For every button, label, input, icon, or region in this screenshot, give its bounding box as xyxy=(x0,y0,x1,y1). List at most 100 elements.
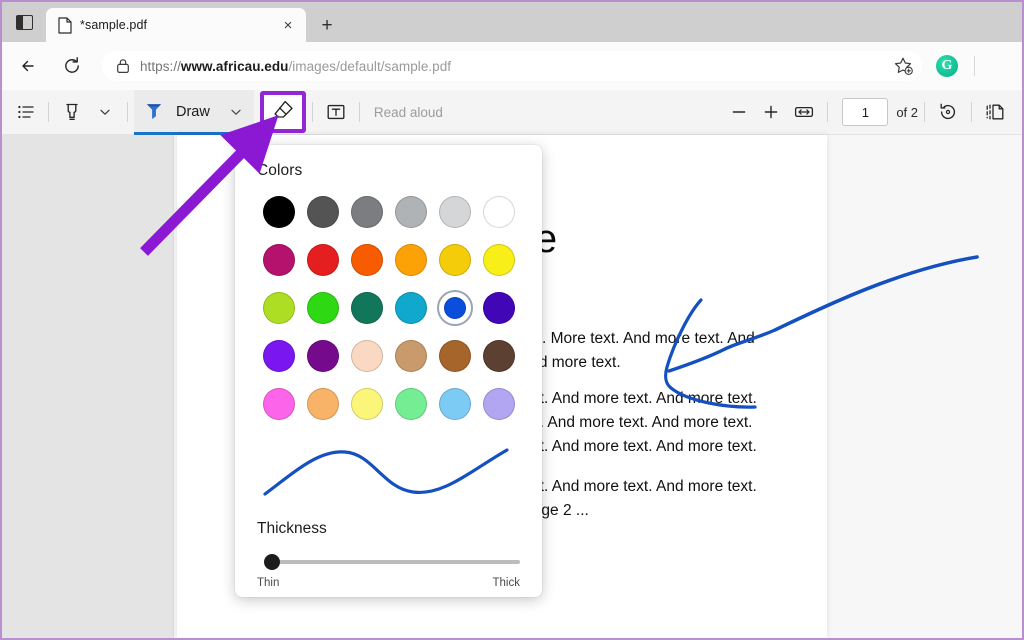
color-swatch[interactable] xyxy=(345,194,389,230)
color-swatch-dot xyxy=(439,340,471,372)
color-swatch-dot xyxy=(439,388,471,420)
tab-title: *sample.pdf xyxy=(80,18,268,32)
browser-tab[interactable]: *sample.pdf × xyxy=(46,8,306,42)
thickness-slider[interactable] xyxy=(257,554,520,570)
tab-list-button[interactable] xyxy=(2,2,46,42)
close-tab-icon[interactable]: × xyxy=(276,13,300,37)
address-bar-row: https://www.africau.edu/images/default/s… xyxy=(2,42,1022,90)
color-swatch[interactable] xyxy=(433,242,477,278)
color-swatch-dot xyxy=(351,196,383,228)
color-swatch[interactable] xyxy=(257,290,301,326)
color-swatch-dot xyxy=(307,244,339,276)
erase-icon xyxy=(271,98,295,127)
draw-label: Draw xyxy=(172,104,220,120)
color-swatch[interactable] xyxy=(301,386,345,422)
highlighter-button[interactable] xyxy=(55,96,89,128)
slider-track[interactable] xyxy=(271,560,520,564)
browser-window: *sample.pdf × + https://www.africau.edu/… xyxy=(0,0,1024,640)
color-swatch[interactable] xyxy=(389,242,433,278)
page-total-label: of 2 xyxy=(896,105,918,120)
color-swatch-dot xyxy=(444,297,466,319)
color-swatch-dot xyxy=(263,340,295,372)
color-swatch-dot xyxy=(263,244,295,276)
color-swatch[interactable] xyxy=(257,242,301,278)
color-swatch[interactable] xyxy=(389,386,433,422)
color-swatch-dot xyxy=(263,292,295,324)
colors-heading: Colors xyxy=(257,162,520,180)
highlighter-options-chevron[interactable] xyxy=(89,96,121,128)
color-swatch-dot xyxy=(483,244,515,276)
color-swatch[interactable] xyxy=(477,386,521,422)
fit-to-width-button[interactable] xyxy=(787,96,821,128)
toolbar-divider xyxy=(312,102,313,122)
color-swatch-dot xyxy=(395,244,427,276)
color-swatch[interactable] xyxy=(389,194,433,230)
color-swatch-dot xyxy=(263,388,295,420)
tab-strip: *sample.pdf × + xyxy=(2,2,1022,42)
back-button[interactable] xyxy=(10,48,46,84)
color-swatch[interactable] xyxy=(345,338,389,374)
document-icon xyxy=(58,17,72,34)
toolbar-divider xyxy=(974,56,975,76)
thickness-heading: Thickness xyxy=(257,520,520,538)
toolbar-divider xyxy=(971,102,972,122)
address-input[interactable]: https://www.africau.edu/images/default/s… xyxy=(102,51,922,81)
color-swatch[interactable] xyxy=(257,194,301,230)
toolbar-divider xyxy=(48,102,49,122)
color-swatch[interactable] xyxy=(345,386,389,422)
color-swatch[interactable] xyxy=(477,290,521,326)
color-swatch-dot xyxy=(263,196,295,228)
color-swatch[interactable] xyxy=(477,338,521,374)
color-swatch-dot xyxy=(483,196,515,228)
color-swatch-dot xyxy=(483,388,515,420)
color-swatch[interactable] xyxy=(345,242,389,278)
add-text-button[interactable] xyxy=(319,96,353,128)
color-swatch[interactable] xyxy=(477,194,521,230)
color-swatch-dot xyxy=(439,196,471,228)
color-swatch[interactable] xyxy=(433,194,477,230)
color-swatch-dot xyxy=(307,196,339,228)
page-number-input[interactable]: 1 xyxy=(842,98,888,126)
draw-options-chevron[interactable] xyxy=(220,96,252,128)
stroke-preview xyxy=(257,436,520,506)
color-swatch[interactable] xyxy=(301,242,345,278)
color-swatch-dot xyxy=(395,388,427,420)
color-swatch-dot xyxy=(395,292,427,324)
color-swatch[interactable] xyxy=(257,386,301,422)
panel-icon xyxy=(16,15,33,30)
draw-pen-icon xyxy=(136,96,172,128)
color-swatch[interactable] xyxy=(389,290,433,326)
erase-button[interactable] xyxy=(260,91,306,133)
color-swatch[interactable] xyxy=(301,290,345,326)
table-of-contents-button[interactable] xyxy=(10,96,42,128)
page-view-button[interactable] xyxy=(978,96,1012,128)
color-swatch[interactable] xyxy=(433,386,477,422)
slider-thumb[interactable] xyxy=(264,554,280,570)
color-swatch-dot xyxy=(351,292,383,324)
add-favorite-star-icon[interactable] xyxy=(890,53,916,79)
draw-tool-group[interactable]: Draw xyxy=(134,90,254,135)
color-swatch[interactable] xyxy=(301,338,345,374)
color-swatch[interactable] xyxy=(389,338,433,374)
color-swatch-dot xyxy=(307,340,339,372)
grammarly-extension-button[interactable]: G xyxy=(932,55,962,77)
color-swatch[interactable] xyxy=(433,338,477,374)
lock-icon xyxy=(116,58,130,74)
rotate-button[interactable] xyxy=(931,96,965,128)
reload-button[interactable] xyxy=(54,48,90,84)
thin-label: Thin xyxy=(257,577,279,589)
new-tab-button[interactable]: + xyxy=(310,8,344,42)
color-swatch[interactable] xyxy=(477,242,521,278)
zoom-in-button[interactable] xyxy=(755,96,787,128)
slider-labels: Thin Thick xyxy=(257,577,520,589)
color-swatch-dot xyxy=(395,340,427,372)
pdf-toolbar: Draw Read aloud 1 of 2 xyxy=(2,90,1022,135)
draw-color-flyout: Colors Thickness Thin Thick xyxy=(235,145,542,597)
color-swatch[interactable] xyxy=(301,194,345,230)
color-swatch[interactable] xyxy=(257,338,301,374)
color-swatch[interactable] xyxy=(433,290,477,326)
read-aloud-button[interactable]: Read aloud xyxy=(366,96,451,128)
zoom-out-button[interactable] xyxy=(723,96,755,128)
color-swatch[interactable] xyxy=(345,290,389,326)
color-swatch-grid xyxy=(257,194,520,422)
